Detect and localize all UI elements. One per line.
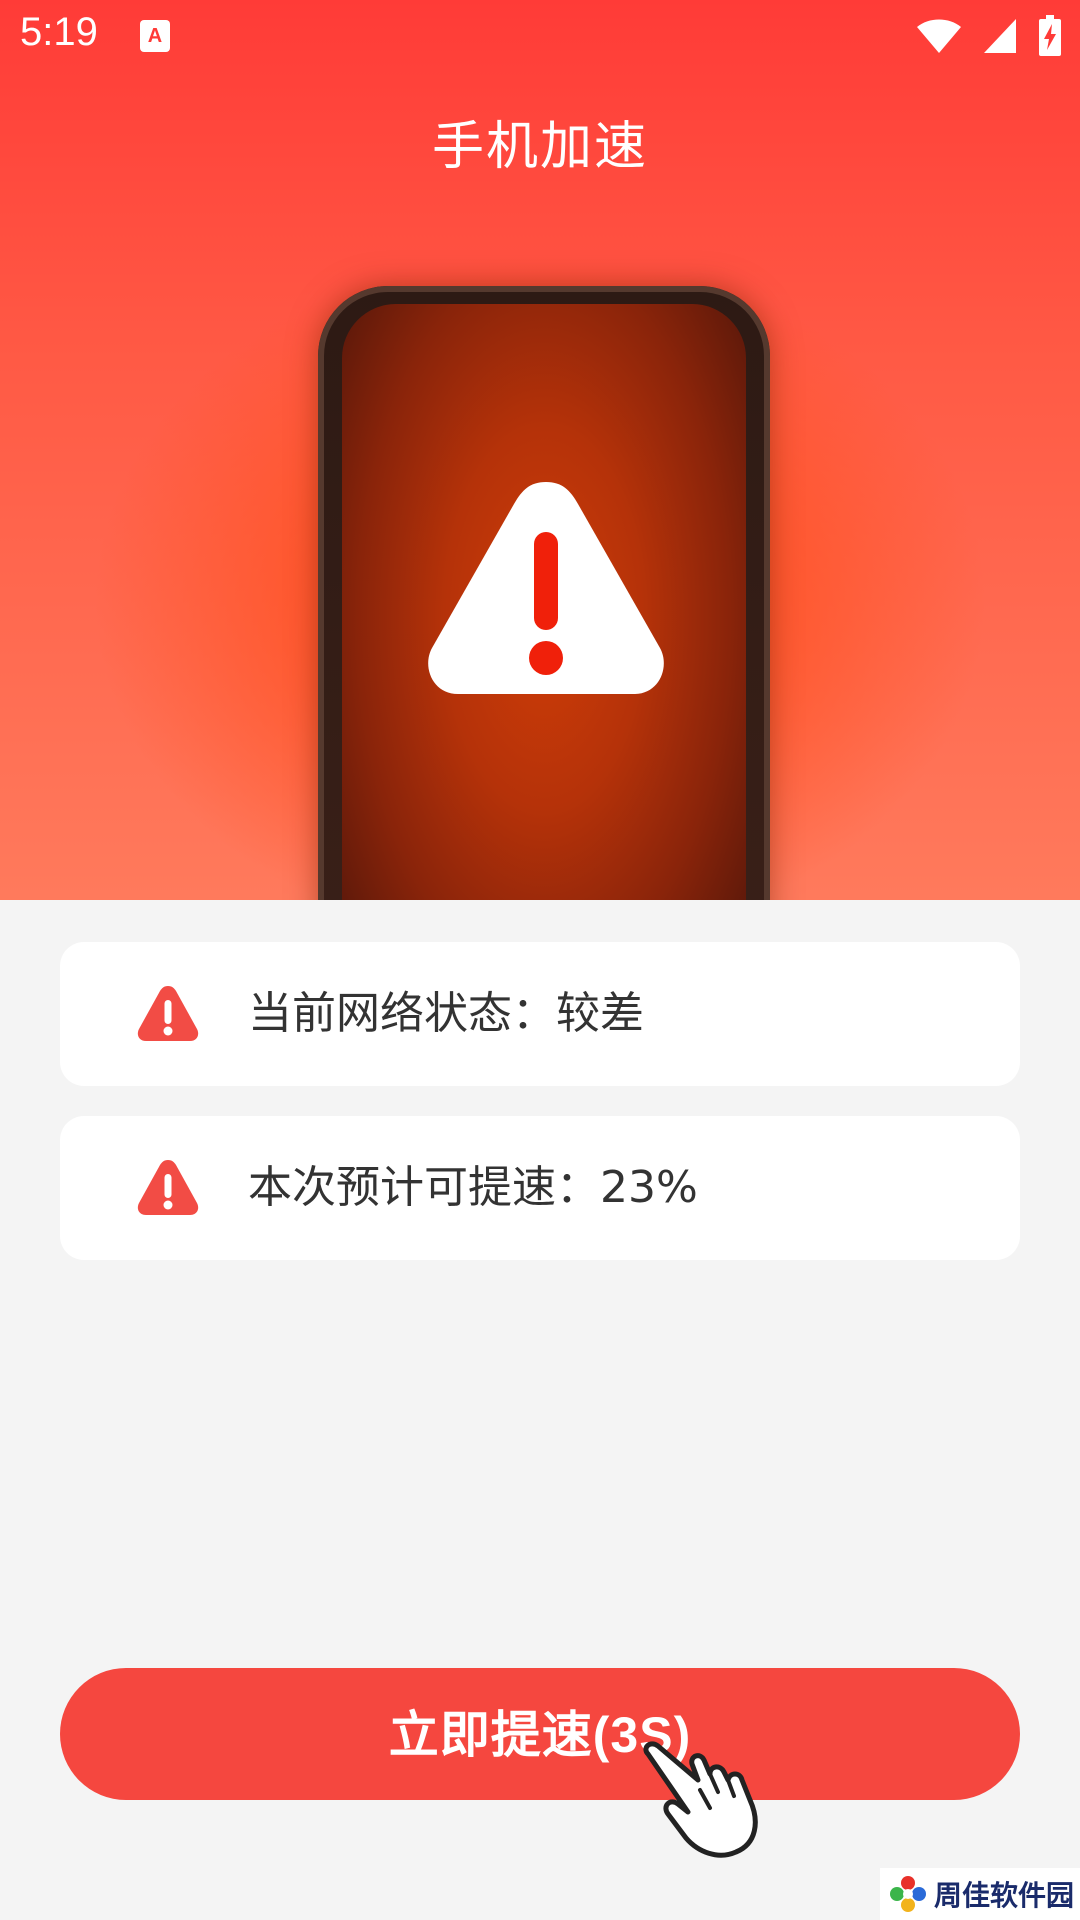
warning-triangle-icon [137, 986, 199, 1041]
speed-up-now-button[interactable]: 立即提速(3S) [60, 1668, 1020, 1800]
status-time: 5:19 [20, 10, 98, 54]
warning-triangle-icon [137, 1160, 199, 1215]
pinwheel-logo-icon [890, 1876, 926, 1912]
speedup-estimate-card: 本次预计可提速：23% [60, 1116, 1020, 1260]
speedup-estimate-text: 本次预计可提速：23% [248, 1162, 698, 1213]
cellular-signal-icon [984, 19, 1016, 53]
network-status-text: 当前网络状态：较差 [248, 988, 644, 1039]
page-title: 手机加速 [431, 117, 648, 177]
large-warning-icon [428, 482, 664, 694]
status-icons [916, 14, 1062, 58]
watermark: 周佳软件园 [880, 1868, 1080, 1920]
status-bar: 5:19 A [0, 0, 1080, 72]
watermark-text: 周佳软件园 [934, 1879, 1075, 1912]
app-notification-icon: A [140, 20, 170, 52]
hand-pointer-icon [643, 1741, 758, 1858]
wifi-icon [917, 19, 961, 53]
network-status-card: 当前网络状态：较差 [60, 942, 1020, 1086]
screen: 5:19 A 手机加速 当前网络状态：较差 本次预计可提速：23% 立即提速(3… [0, 0, 1080, 1920]
battery-charging-icon [1039, 15, 1061, 56]
